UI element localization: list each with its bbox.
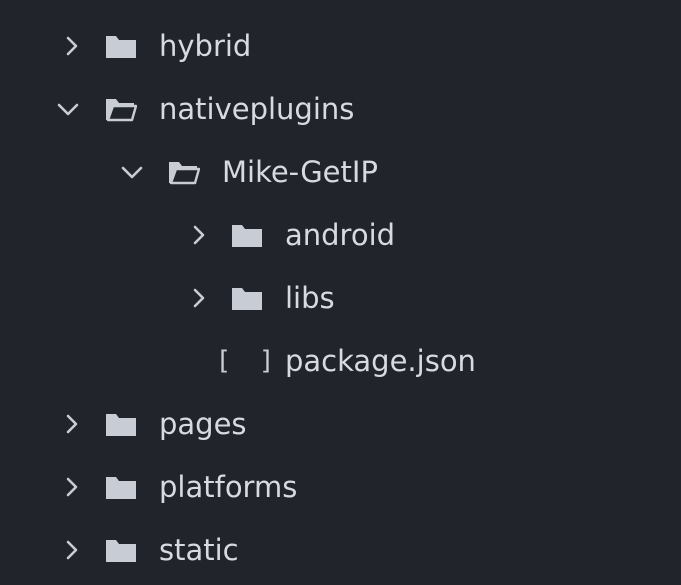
chevron-right-icon[interactable]: [186, 285, 212, 311]
folder-icon: [105, 474, 137, 500]
folder-icon: [231, 285, 263, 311]
file-explorer-tree: hybrid nativeplugins Mike-GetIP android …: [0, 0, 681, 585]
tree-item-label: nativeplugins: [159, 92, 355, 126]
tree-item-android[interactable]: android: [0, 205, 681, 265]
tree-item-label: hybrid: [159, 29, 252, 63]
folder-open-icon: [168, 159, 200, 185]
tree-item-static[interactable]: static: [0, 520, 681, 580]
chevron-right-icon[interactable]: [59, 474, 85, 500]
tree-item-label: platforms: [159, 470, 298, 504]
tree-item-label: Mike-GetIP: [222, 155, 378, 189]
tree-item-label: libs: [285, 281, 335, 315]
tree-item-pages[interactable]: pages: [0, 394, 681, 454]
folder-icon: [231, 222, 263, 248]
chevron-right-icon[interactable]: [59, 33, 85, 59]
chevron-right-icon[interactable]: [186, 222, 212, 248]
chevron-down-icon[interactable]: [119, 159, 145, 185]
tree-item-platforms[interactable]: platforms: [0, 457, 681, 517]
tree-item-package-json[interactable]: [ ] package.json: [0, 331, 681, 391]
tree-item-label: static: [159, 533, 239, 567]
tree-item-mike-getip[interactable]: Mike-GetIP: [0, 142, 681, 202]
folder-icon: [105, 537, 137, 563]
tree-item-hybrid[interactable]: hybrid: [0, 16, 681, 76]
folder-open-icon: [105, 96, 137, 122]
tree-item-label: package.json: [285, 344, 476, 378]
json-file-icon: [ ]: [215, 346, 281, 376]
chevron-down-icon[interactable]: [55, 96, 81, 122]
tree-item-label: android: [285, 218, 396, 252]
tree-item-label: pages: [159, 407, 247, 441]
tree-item-libs[interactable]: libs: [0, 268, 681, 328]
folder-icon: [105, 33, 137, 59]
chevron-right-icon[interactable]: [59, 411, 85, 437]
folder-icon: [105, 411, 137, 437]
chevron-right-icon[interactable]: [59, 537, 85, 563]
tree-item-nativeplugins[interactable]: nativeplugins: [0, 79, 681, 139]
